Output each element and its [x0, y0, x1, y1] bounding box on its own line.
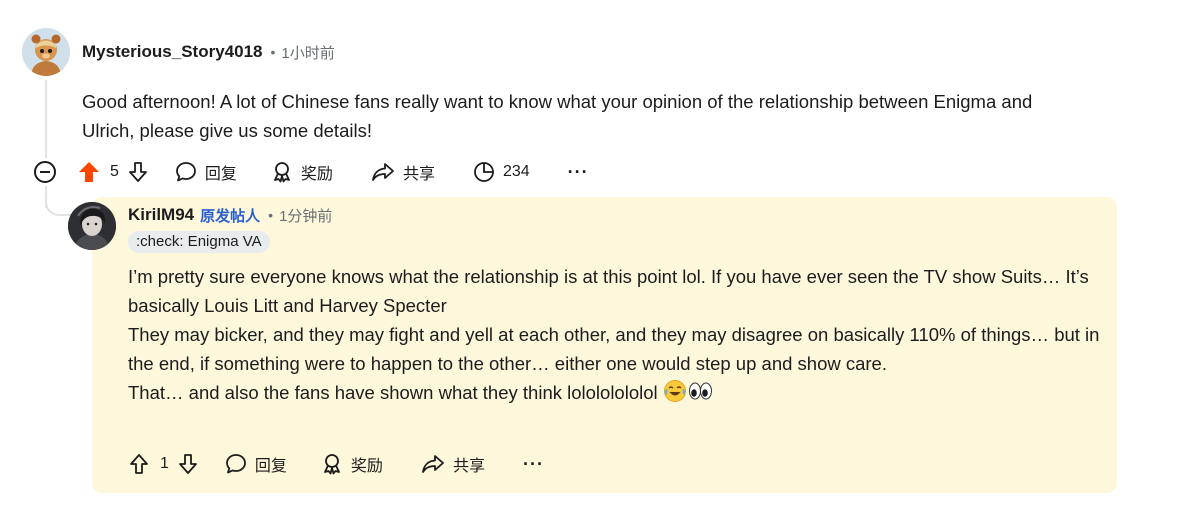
separator-dot: •: [268, 207, 274, 223]
reply-paragraph-text: That… and also the fans have shown what …: [128, 382, 658, 403]
speech-bubble-icon: [225, 453, 247, 475]
reply-label: 回复: [204, 166, 237, 183]
timestamp[interactable]: 1分钟前: [279, 205, 332, 226]
minus-icon: [40, 171, 50, 173]
eyes-icon: [687, 379, 713, 411]
downvote-icon[interactable]: [127, 161, 149, 183]
award-button[interactable]: 奖励: [321, 452, 383, 476]
reply-body: I’m pretty sure everyone knows what the …: [128, 262, 1103, 411]
reply-paragraph-last: That… and also the fans have shown what …: [128, 378, 1103, 411]
username[interactable]: Mysterious_Story4018: [82, 42, 262, 62]
comment-actions: 5 回复 奖励 共享 234 ···: [34, 158, 589, 186]
collapse-thread-button[interactable]: [34, 161, 56, 183]
reply-button[interactable]: 回复: [175, 160, 237, 184]
user-photo-icon: [68, 202, 116, 250]
timestamp[interactable]: 1小时前: [281, 42, 334, 63]
op-badge: 原发帖人: [200, 207, 261, 225]
share-label: 共享: [402, 166, 435, 183]
comment-text: Good afternoon! A lot of Chinese fans re…: [82, 91, 1033, 141]
share-button[interactable]: 共享: [421, 452, 485, 476]
share-icon: [371, 161, 395, 183]
downvote-icon[interactable]: [177, 453, 199, 475]
comment-body: Good afternoon! A lot of Chinese fans re…: [82, 87, 1082, 145]
reply-meta: KirilM94 原发帖人 • 1分钟前: [128, 203, 332, 227]
user-flair: :check: Enigma VA: [128, 231, 270, 253]
vote-count: 5: [110, 163, 119, 180]
laughing-tears-icon: [663, 379, 687, 411]
views-count: 234: [502, 163, 530, 180]
speech-bubble-icon: [175, 161, 197, 183]
avatar[interactable]: [22, 28, 70, 76]
share-icon: [421, 453, 445, 475]
award-icon: [321, 453, 343, 475]
award-icon: [271, 161, 293, 183]
thread-connector: [45, 190, 71, 216]
reply-label: 回复: [254, 458, 287, 475]
thread-line: [45, 80, 47, 158]
more-options-button[interactable]: ···: [568, 162, 589, 183]
comment-meta: Mysterious_Story4018 • 1小时前: [82, 40, 335, 64]
upvote-icon[interactable]: [128, 453, 150, 475]
vote-count: 1: [160, 455, 169, 472]
award-label: 奖励: [300, 166, 333, 183]
avatar[interactable]: [68, 202, 116, 250]
reply-paragraph: I’m pretty sure everyone knows what the …: [128, 266, 1089, 316]
views-chart-icon: [473, 161, 495, 183]
share-button[interactable]: 共享: [371, 160, 435, 184]
reply-button[interactable]: 回复: [225, 452, 287, 476]
separator-dot: •: [270, 44, 276, 60]
share-label: 共享: [452, 458, 485, 475]
reply-actions: 1 回复 奖励 共享 ···: [128, 450, 544, 478]
award-label: 奖励: [350, 458, 383, 475]
username[interactable]: KirilM94: [128, 205, 194, 225]
snoo-avatar-icon: [22, 28, 70, 76]
more-options-button[interactable]: ···: [523, 454, 544, 475]
award-button[interactable]: 奖励: [271, 160, 333, 184]
views-stat[interactable]: 234: [473, 161, 530, 183]
reply-paragraph: They may bicker, and they may fight and …: [128, 324, 1100, 374]
upvote-icon[interactable]: [78, 161, 100, 183]
